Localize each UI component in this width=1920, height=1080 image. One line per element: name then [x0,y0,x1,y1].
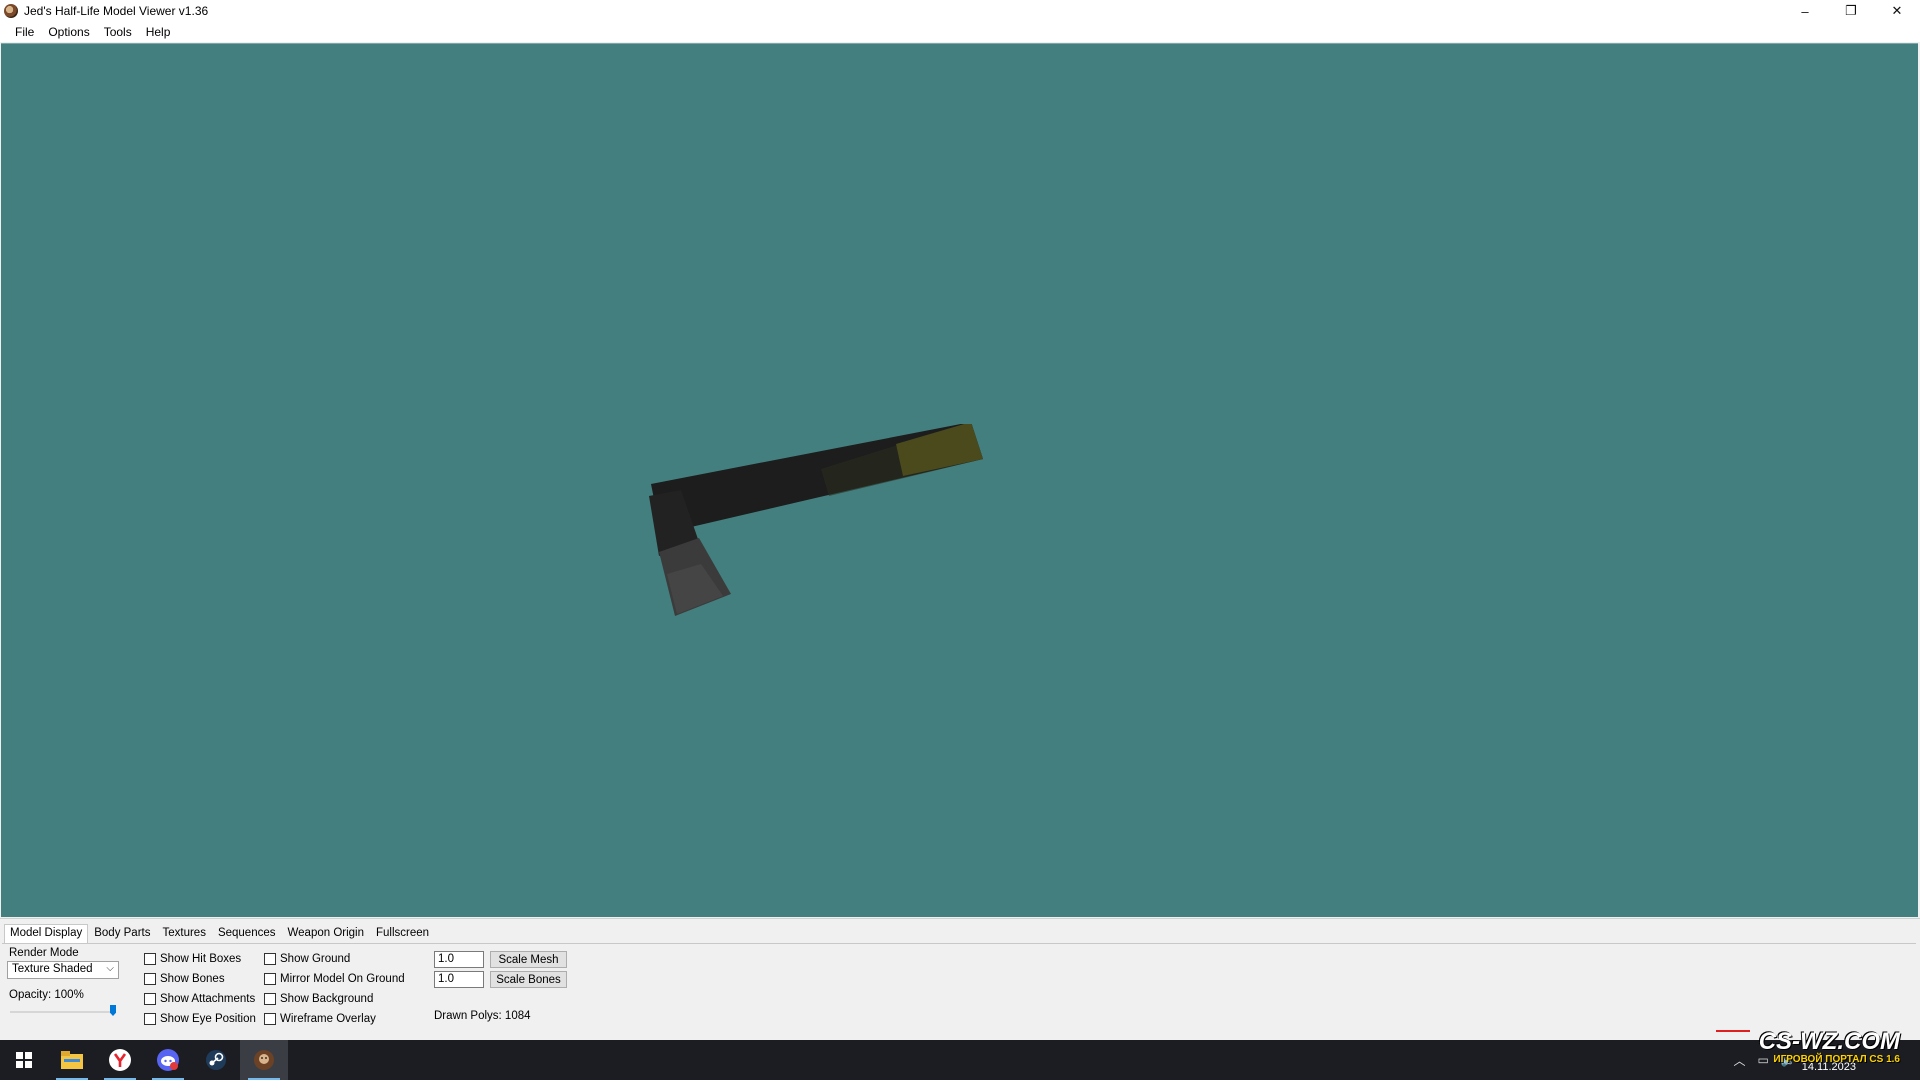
opacity-label: Opacity: 100% [9,989,84,1001]
model-viewport[interactable] [1,43,1918,917]
checkbox-label: Show Background [280,993,374,1005]
menu-tools[interactable]: Tools [97,25,139,39]
show-attachments-checkbox[interactable]: Show Attachments [144,993,255,1005]
checkbox-box [264,973,276,985]
model-viewer-icon[interactable] [240,1040,288,1080]
restore-button[interactable]: ❐ [1828,0,1874,22]
checkbox-label: Show Bones [160,973,225,985]
app-icon [4,4,18,18]
render-mode-label: Render Mode [9,947,79,959]
show-hit-boxes-checkbox[interactable]: Show Hit Boxes [144,953,241,965]
mirror-model-checkbox[interactable]: Mirror Model On Ground [264,973,405,985]
tab-textures[interactable]: Textures [156,924,211,943]
scale-mesh-button[interactable]: Scale Mesh [490,951,567,968]
close-button[interactable]: ✕ [1874,0,1920,22]
tab-strip: Model Display Body Parts Textures Sequen… [4,923,435,943]
control-panel: Model Display Body Parts Textures Sequen… [0,918,1920,1038]
axe-model [649,424,983,616]
checkbox-box [144,993,156,1005]
watermark-logo: CS-WZ.COM ИГРОВОЙ ПОРТАЛ CS 1.6 [1716,1028,1900,1068]
checkbox-box [144,1013,156,1025]
discord-icon[interactable] [144,1040,192,1080]
checkbox-label: Show Hit Boxes [160,953,242,965]
minimize-button[interactable]: – [1782,0,1828,22]
tab-weapon-origin[interactable]: Weapon Origin [282,924,371,943]
menu-file[interactable]: File [8,25,41,39]
menu-options[interactable]: Options [41,25,96,39]
checkbox-label: Wireframe Overlay [280,1013,376,1025]
drawn-polys-text: Drawn Polys: 1084 [434,1010,531,1022]
checkbox-label: Show Eye Position [160,1013,256,1025]
menu-bar: File Options Tools Help [0,22,1920,42]
render-mode-select[interactable]: Texture Shaded ⌵ [7,961,119,979]
checkbox-label: Show Ground [280,953,351,965]
chevron-down-icon: ⌵ [106,963,114,974]
checkbox-box [264,953,276,965]
scale-bones-input[interactable]: 1.0 [434,971,484,988]
tab-model-display[interactable]: Model Display [4,924,89,943]
checkbox-box [264,993,276,1005]
file-explorer-icon[interactable] [48,1040,96,1080]
watermark-main-text: CS-WZ.COM [1758,1028,1900,1055]
tab-fullscreen[interactable]: Fullscreen [370,924,435,943]
show-eye-position-checkbox[interactable]: Show Eye Position [144,1013,256,1025]
render-mode-value: Texture Shaded [12,963,93,975]
window-title: Jed's Half-Life Model Viewer v1.36 [24,4,209,18]
checkbox-box [144,953,156,965]
opacity-slider-track[interactable] [10,1011,116,1013]
steam-icon[interactable] [192,1040,240,1080]
checkbox-label: Mirror Model On Ground [280,973,405,985]
menu-help[interactable]: Help [139,25,178,39]
checkbox-box [264,1013,276,1025]
scale-bones-button[interactable]: Scale Bones [490,971,567,988]
checkbox-box [144,973,156,985]
watermark-sub-text: ИГРОВОЙ ПОРТАЛ CS 1.6 [1773,1054,1900,1065]
windows-start-icon[interactable] [0,1040,48,1080]
title-bar: Jed's Half-Life Model Viewer v1.36 – ❐ ✕ [0,0,1920,22]
show-bones-checkbox[interactable]: Show Bones [144,973,225,985]
tab-sequences[interactable]: Sequences [212,924,282,943]
taskbar [0,1040,1920,1080]
wireframe-overlay-checkbox[interactable]: Wireframe Overlay [264,1013,376,1025]
window-controls: – ❐ ✕ [1782,0,1920,22]
show-ground-checkbox[interactable]: Show Ground [264,953,350,965]
tab-body-parts[interactable]: Body Parts [88,924,156,943]
show-background-checkbox[interactable]: Show Background [264,993,373,1005]
watermark-accent [1716,1030,1750,1032]
scale-mesh-input[interactable]: 1.0 [434,951,484,968]
yandex-browser-icon[interactable] [96,1040,144,1080]
checkbox-label: Show Attachments [160,993,256,1005]
